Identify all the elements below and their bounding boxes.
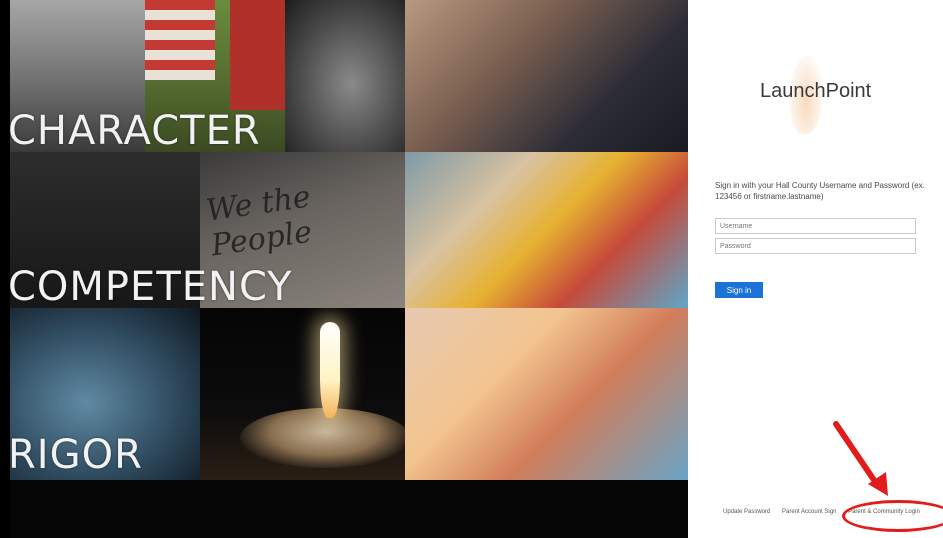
collage-bottom-bar: [10, 480, 688, 538]
password-input[interactable]: [715, 238, 916, 254]
label-character: CHARACTER: [8, 108, 261, 154]
label-rigor: RIGOR: [8, 432, 143, 478]
graduates-image: [405, 0, 688, 152]
shuttle-launch-image: [200, 308, 405, 480]
signin-instructions: Sign in with your Hall County Username a…: [715, 181, 925, 201]
launch-smoke: [240, 408, 405, 468]
students-tablets-image: [405, 152, 688, 308]
launch-flame: [320, 322, 340, 418]
smiling-kids-image: [405, 308, 688, 480]
username-input[interactable]: [715, 218, 916, 234]
flag-image: [145, 0, 215, 80]
flag-red-image: [230, 0, 285, 110]
annotation-highlight-ellipse: [842, 500, 943, 532]
launchpoint-logo-text: LaunchPoint: [760, 80, 872, 102]
sign-in-button[interactable]: Sign in: [715, 282, 763, 298]
login-panel: LaunchPoint Sign in with your Hall Count…: [688, 0, 943, 538]
parent-account-signup-link[interactable]: Parent Account Sign: [782, 509, 836, 515]
annotation-arrow-icon: [833, 421, 888, 496]
hero-collage: We the People CHARACTER COMPETENCY RIGOR: [0, 0, 688, 538]
label-competency: COMPETENCY: [8, 264, 293, 310]
portrait-nun-image: [285, 0, 405, 152]
update-password-link[interactable]: Update Password: [723, 509, 770, 515]
constitution-heading: We the People: [204, 179, 315, 264]
